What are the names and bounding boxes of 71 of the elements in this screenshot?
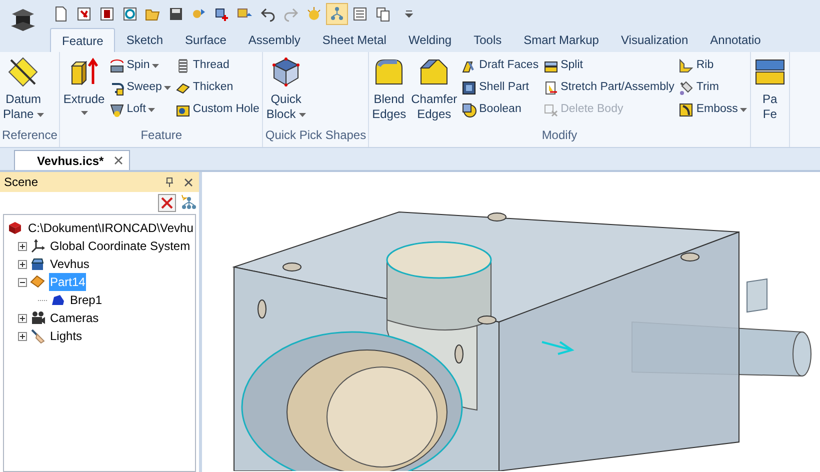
lamp-icon [30, 328, 46, 344]
document-title: Vevhus.ics* [37, 152, 104, 170]
ribbon-tab[interactable]: Assembly [237, 28, 312, 52]
block-arrow-icon [68, 56, 100, 88]
diamond-plane-icon [7, 56, 40, 88]
ribbon-button[interactable]: Draft Faces [461, 56, 540, 75]
expand-icon[interactable] [18, 242, 27, 250]
group-label: Quick Pick Shapes [265, 127, 366, 144]
pin-icon[interactable] [165, 177, 174, 187]
tree-item[interactable]: Brep1 [69, 291, 104, 309]
expand-icon[interactable] [18, 260, 27, 268]
cubes-icon [8, 220, 24, 236]
tree-item[interactable]: Lights [49, 327, 84, 345]
close-icon[interactable] [114, 156, 123, 165]
ribbon-tab[interactable]: Visualization [610, 28, 700, 52]
group-label: Reference [2, 127, 58, 144]
panel-title: Scene [4, 174, 40, 191]
ribbon-tab[interactable]: Sheet Metal [311, 28, 398, 52]
delete-icon[interactable] [158, 194, 176, 212]
ribbon-button[interactable]: Shell Part [461, 78, 540, 97]
ribbon-button[interactable]: Pa Fe [752, 56, 787, 122]
group-label: Modify [540, 127, 578, 144]
ribbon-button[interactable]: Loft [108, 100, 172, 119]
ribbon-button[interactable]: Stretch Part/Assembly [542, 78, 676, 97]
ribbon-button[interactable]: Datum Plane [2, 56, 45, 122]
collapse-icon[interactable] [18, 278, 27, 286]
ribbon-tab[interactable]: Tools [462, 28, 513, 52]
camera-icon [30, 310, 46, 326]
tree-item[interactable]: Global Coordinate System [49, 237, 192, 255]
shell-icon [461, 80, 478, 96]
document-tab[interactable]: Vevhus.ics* [14, 150, 130, 170]
ribbon-button[interactable]: Quick Block [265, 56, 307, 122]
stretch-icon [542, 80, 559, 96]
plate-icon [30, 274, 46, 290]
ribbon-button[interactable]: Thread [174, 56, 260, 75]
axes-icon [30, 238, 46, 254]
spin-icon [108, 58, 125, 74]
emboss-icon [678, 102, 694, 118]
tree-item[interactable]: C:\Dokument\IRONCAD\Vevhu [27, 219, 194, 237]
group-label: Feature [140, 127, 184, 144]
ribbon-tab[interactable]: Feature [50, 28, 116, 52]
customize-toolbar-icon[interactable] [405, 10, 413, 18]
ribbon-tab[interactable]: Annotatio [699, 28, 772, 52]
part-icon [30, 256, 46, 272]
ribbon-button[interactable]: Split [542, 56, 676, 75]
ribbon-button[interactable]: Chamfer Edges [410, 56, 458, 122]
ribbon-tab[interactable]: Sketch [115, 28, 174, 52]
ribbon-button[interactable]: Extrude [62, 56, 106, 119]
tree-item[interactable]: Cameras [49, 309, 100, 327]
ribbon-button[interactable]: Thicken [174, 78, 260, 97]
cube-icon [270, 56, 302, 88]
boolean-icon [461, 102, 478, 118]
ribbon-button[interactable]: Spin [108, 56, 172, 75]
loft-icon [108, 102, 125, 118]
ribbon-button[interactable]: Rib [678, 56, 748, 75]
ribbon-tab[interactable]: Smart Markup [512, 28, 610, 52]
tree-item[interactable]: Vevhus [49, 255, 90, 273]
ribbon-button[interactable]: Boolean [461, 100, 540, 119]
ribbon-tab[interactable]: Welding [397, 28, 463, 52]
ribbon-button[interactable]: Custom Hole [174, 100, 260, 119]
ribbon-button[interactable]: Emboss [678, 100, 748, 119]
ribbon-button[interactable]: Blend Edges [371, 56, 408, 122]
expand-icon[interactable] [18, 314, 27, 322]
delete-body-icon [542, 102, 559, 118]
rib-icon [678, 58, 694, 74]
ribbon-button[interactable]: Sweep [108, 78, 172, 97]
expand-icon[interactable] [18, 332, 27, 340]
close-icon[interactable] [184, 178, 193, 186]
ribbon-tab[interactable]: Surface [174, 28, 238, 52]
trim-icon [678, 80, 694, 96]
ribbon-button[interactable]: Trim [678, 78, 748, 97]
